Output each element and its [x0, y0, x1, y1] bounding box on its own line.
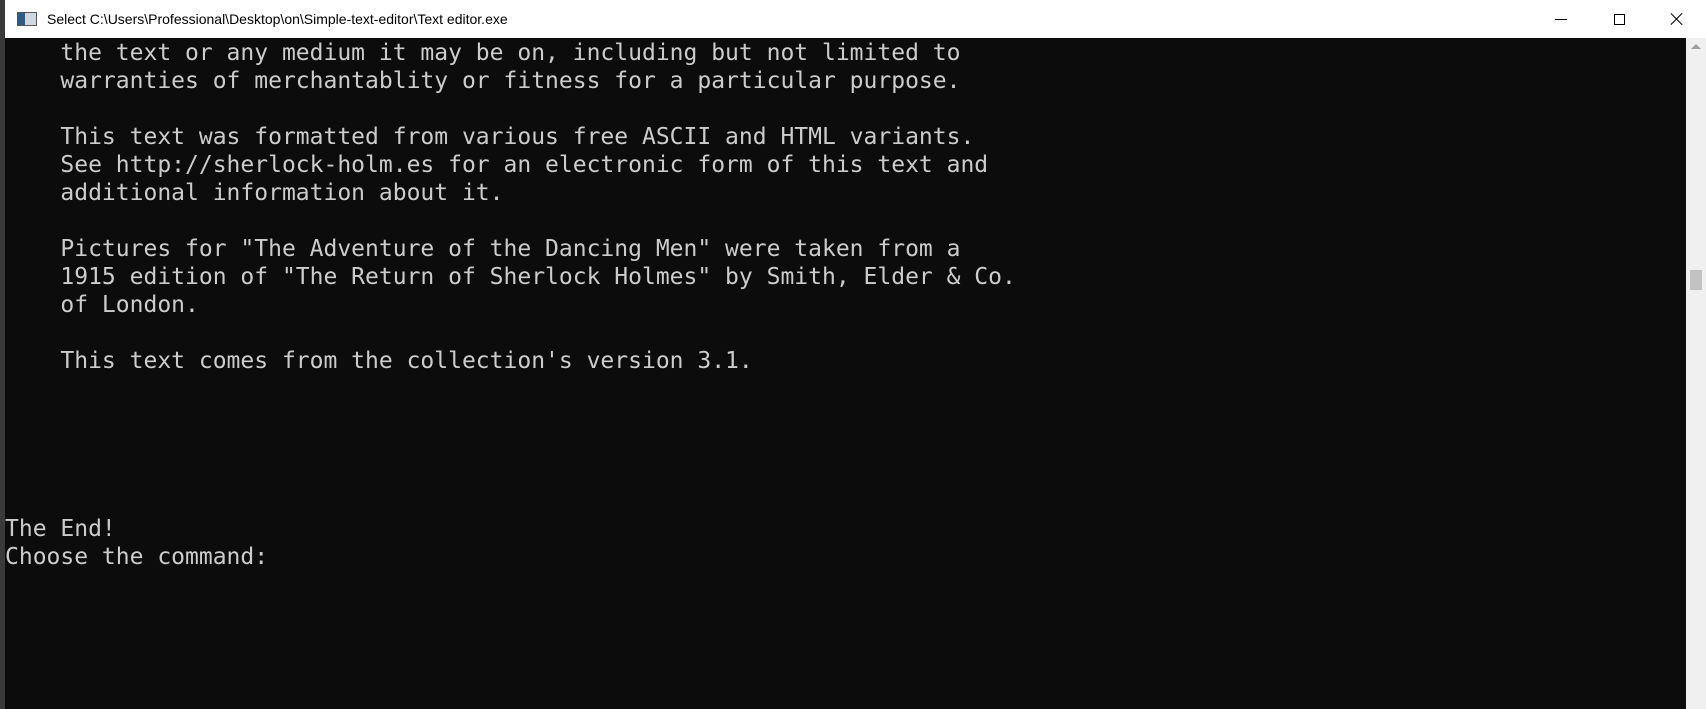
- scroll-up-arrow-icon[interactable]: [1691, 44, 1701, 49]
- minimize-button[interactable]: [1532, 0, 1590, 38]
- console-window: Select C:\Users\Professional\Desktop\on\…: [5, 0, 1706, 709]
- console-output[interactable]: the text or any medium it may be on, inc…: [5, 38, 1685, 709]
- console-line: the text or any medium it may be on, inc…: [5, 40, 961, 66]
- console-line: This text was formatted from various fre…: [5, 124, 975, 150]
- console-line: The End!: [5, 516, 116, 542]
- console-app-icon: [17, 12, 37, 26]
- title-bar[interactable]: Select C:\Users\Professional\Desktop\on\…: [5, 0, 1706, 38]
- console-line: additional information about it.: [5, 180, 504, 206]
- minimize-icon: [1555, 18, 1567, 20]
- scrollbar-thumb[interactable]: [1690, 270, 1702, 290]
- maximize-button[interactable]: [1590, 0, 1648, 38]
- close-icon: [1670, 12, 1684, 26]
- maximize-icon: [1613, 13, 1625, 25]
- console-line: warranties of merchantablity or fitness …: [5, 68, 961, 94]
- vertical-scrollbar[interactable]: [1686, 38, 1706, 709]
- window-title: Select C:\Users\Professional\Desktop\on\…: [47, 11, 508, 27]
- close-button[interactable]: [1648, 0, 1706, 38]
- console-line: See http://sherlock-holm.es for an elect…: [5, 152, 989, 178]
- console-line: This text comes from the collection's ve…: [5, 348, 753, 374]
- command-prompt[interactable]: Choose the command:: [5, 542, 268, 572]
- console-line: Pictures for "The Adventure of the Danci…: [5, 236, 961, 262]
- console-line: of London.: [5, 292, 199, 318]
- console-line: 1915 edition of "The Return of Sherlock …: [5, 264, 1016, 290]
